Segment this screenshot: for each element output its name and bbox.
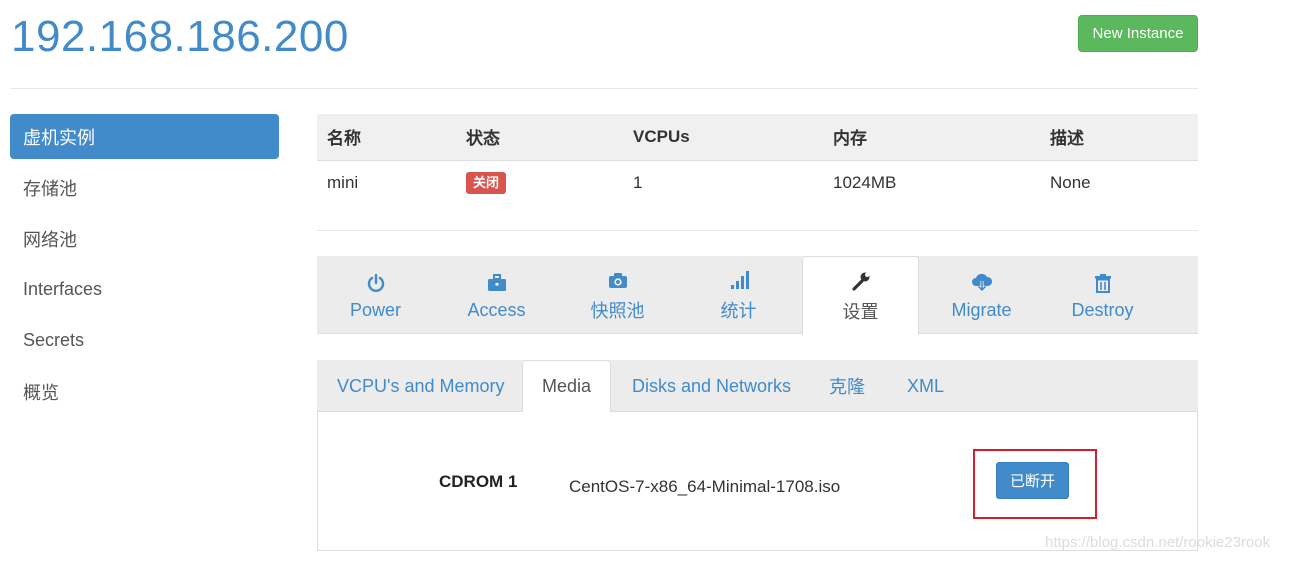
column-header-name: 名称 xyxy=(317,114,456,161)
instance-description: None xyxy=(1050,172,1091,192)
wrench-icon xyxy=(851,268,871,294)
briefcase-icon xyxy=(487,270,507,296)
tab-label: Access xyxy=(467,299,526,320)
tab-migrate[interactable]: Migrate xyxy=(923,256,1040,334)
sidebar-item-instances[interactable]: 虚机实例 xyxy=(10,114,279,159)
instance-name[interactable]: mini xyxy=(317,160,456,205)
column-header-description: 描述 xyxy=(1040,114,1198,161)
tab-settings[interactable]: 设置 xyxy=(802,256,919,335)
disconnect-button[interactable]: 已断开 xyxy=(996,462,1069,499)
tab-destroy[interactable]: Destroy xyxy=(1044,256,1161,334)
instance-action-tabs: Power Access 快照池 统计 设置 Migrate Destroy xyxy=(317,256,1198,335)
table-row[interactable]: mini 关闭 1 1024MB None xyxy=(317,160,1198,205)
instance-vcpus: 1 xyxy=(633,172,643,192)
sidebar-item-secrets[interactable]: Secrets xyxy=(10,318,279,363)
tab-label: 设置 xyxy=(842,301,879,322)
settings-tabs: VCPU's and Memory Media Disks and Networ… xyxy=(317,360,1198,413)
status-badge: 关闭 xyxy=(466,171,507,194)
column-header-memory: 内存 xyxy=(823,114,1040,161)
sidebar-item-networks[interactable]: 网络池 xyxy=(10,216,279,261)
tab-label: Power xyxy=(349,299,402,320)
tab-power[interactable]: Power xyxy=(317,256,434,334)
tab-media[interactable]: Media xyxy=(522,360,612,413)
cloud-download-icon xyxy=(971,270,993,296)
sidebar: 虚机实例 存储池 网络池 Interfaces Secrets 概览 xyxy=(10,114,279,420)
tab-clone[interactable]: 克隆 xyxy=(809,360,885,412)
tab-label: 快照池 xyxy=(590,301,645,321)
table-header-row: 名称 状态 VCPUs 内存 描述 xyxy=(317,114,1198,161)
camera-icon xyxy=(608,267,628,293)
tab-label: 统计 xyxy=(720,301,757,321)
page-title: 192.168.186.200 xyxy=(11,12,349,61)
power-icon xyxy=(366,270,386,296)
tab-xml[interactable]: XML xyxy=(887,360,964,412)
column-header-status: 状态 xyxy=(456,114,623,161)
instances-table: 名称 状态 VCPUs 内存 描述 mini 关闭 1 1024MB None xyxy=(317,114,1198,205)
instance-status-cell: 关闭 xyxy=(456,160,623,205)
cdrom-image-name: CentOS-7-x86_64-Minimal-1708.iso xyxy=(569,477,841,496)
media-panel: CDROM 1 CentOS-7-x86_64-Minimal-1708.iso… xyxy=(317,412,1198,551)
column-header-vcpus: VCPUs xyxy=(623,114,823,161)
tab-label: Destroy xyxy=(1071,299,1134,320)
tab-vcpu-memory[interactable]: VCPU's and Memory xyxy=(317,360,524,412)
instance-memory: 1024MB xyxy=(833,172,897,192)
new-instance-button[interactable]: New Instance xyxy=(1078,15,1198,52)
tab-disks-networks[interactable]: Disks and Networks xyxy=(612,360,811,412)
trash-icon xyxy=(1094,270,1112,296)
divider xyxy=(317,230,1198,231)
signal-bars-icon xyxy=(729,267,749,293)
sidebar-item-interfaces[interactable]: Interfaces xyxy=(10,267,279,312)
watermark: https://blog.csdn.net/rookie23rook xyxy=(1045,534,1271,551)
tab-stats[interactable]: 统计 xyxy=(680,256,797,334)
sidebar-item-storage[interactable]: 存储池 xyxy=(10,165,279,210)
tab-label: Migrate xyxy=(951,299,1012,320)
cdrom-label: CDROM 1 xyxy=(439,472,518,491)
tab-snapshots[interactable]: 快照池 xyxy=(559,256,676,334)
tab-access[interactable]: Access xyxy=(438,256,555,334)
divider xyxy=(11,88,1198,89)
sidebar-item-overview[interactable]: 概览 xyxy=(10,369,279,414)
